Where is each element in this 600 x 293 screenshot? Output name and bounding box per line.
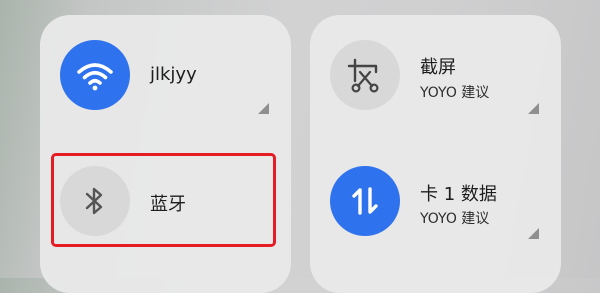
mobile-data-sublabel: YOYO 建议	[420, 211, 490, 227]
connectivity-panel: jlkjyy 蓝牙	[40, 15, 291, 293]
screenshot-icon	[347, 58, 379, 93]
mobile-data-expand-icon[interactable]	[528, 228, 539, 239]
wifi-tile[interactable]: jlkjyy	[40, 15, 291, 143]
bluetooth-tile[interactable]: 蓝牙	[40, 143, 291, 271]
screenshot-expand-icon[interactable]	[528, 103, 539, 114]
screenshot-label: 截屏	[420, 57, 456, 78]
wifi-expand-icon[interactable]	[258, 103, 269, 114]
bluetooth-toggle[interactable]	[60, 166, 130, 236]
data-transfer-icon	[352, 187, 378, 215]
wifi-toggle[interactable]	[60, 40, 130, 110]
wifi-network-name: jlkjyy	[150, 64, 197, 85]
bluetooth-label: 蓝牙	[150, 194, 186, 215]
bluetooth-icon	[85, 187, 103, 215]
screenshot-sublabel: YOYO 建议	[420, 85, 490, 101]
mobile-data-label: 卡 1 数据	[420, 184, 497, 205]
wifi-icon	[77, 63, 113, 91]
mobile-data-tile[interactable]: 卡 1 数据 YOYO 建议	[310, 143, 561, 271]
screenshot-tile[interactable]: 截屏 YOYO 建议	[310, 15, 561, 143]
screenshot-toggle[interactable]	[330, 40, 400, 110]
mobile-data-toggle[interactable]	[330, 166, 400, 236]
shortcuts-panel: 截屏 YOYO 建议 卡 1 数据 YOYO 建议	[310, 15, 561, 293]
